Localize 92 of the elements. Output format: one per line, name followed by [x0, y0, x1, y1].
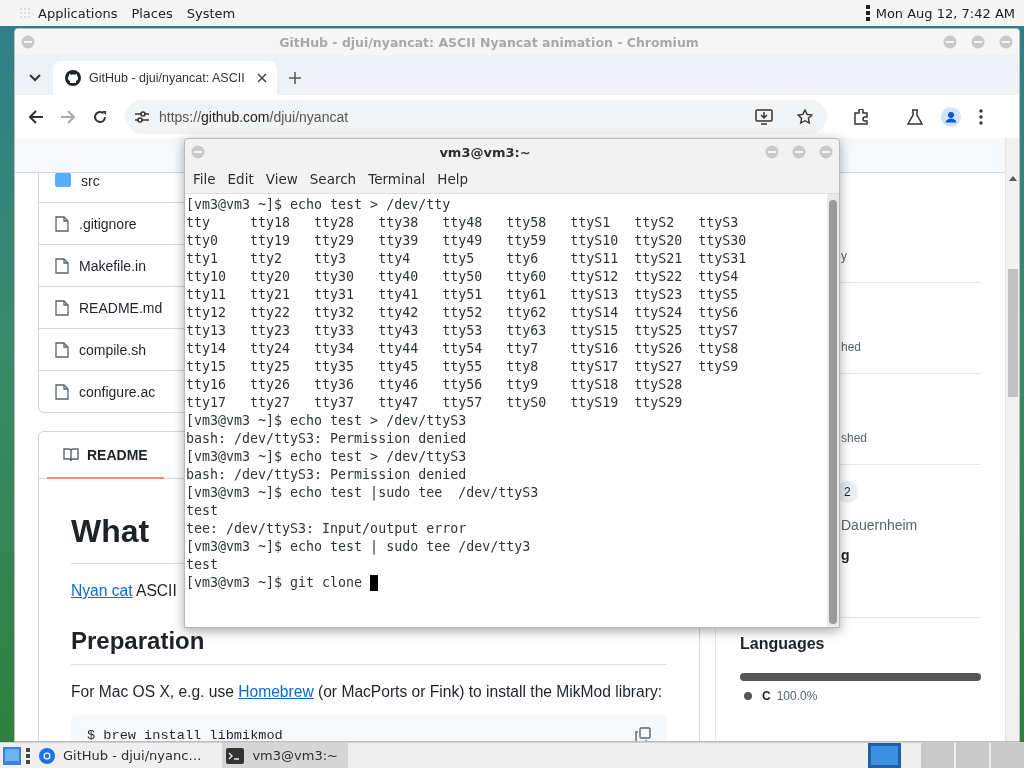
window-title: GitHub - djui/nyancat: ASCII Nyancat animation - Chromium — [279, 34, 699, 50]
folder-icon — [55, 173, 71, 187]
terminal-line: tty10 tty20 tty30 tty40 tty50 tty60 ttyS12 ttyS22 ttyS4 — [186, 268, 739, 286]
chevron-down-icon[interactable] — [29, 74, 41, 82]
install-icon[interactable] — [755, 108, 773, 125]
terminal-line: [vm3@vm3 ~]$ echo test > /dev/tty — [186, 196, 451, 214]
back-icon[interactable] — [29, 109, 43, 124]
workspace-switch[interactable] — [991, 743, 1024, 768]
terminal-line: tty1 tty2 tty3 tty4 tty5 tty6 ttyS11 ttyS21 ttyS31 — [186, 250, 747, 268]
github-icon — [65, 70, 81, 86]
terminal-cursor — [370, 575, 379, 591]
taskbar-item[interactable]: GitHub - djui/nyanc… — [35, 743, 212, 768]
file-icon — [55, 257, 69, 274]
code-text: $ brew install libmikmod — [87, 727, 283, 741]
link[interactable]: Nyan cat — [71, 582, 133, 599]
terminal-line: tty13 tty23 tty33 tty43 tty53 tty63 ttyS15 ttyS25 ttyS7 — [186, 322, 739, 340]
menu-item[interactable]: Search — [303, 171, 363, 187]
menu-item[interactable]: Terminal — [362, 171, 432, 187]
language-percent: 100.0% — [776, 689, 818, 703]
terminal-icon — [226, 747, 245, 764]
terminal-line: [vm3@vm3 ~]$ echo test > /dev/ttyS3 — [186, 448, 467, 466]
terminal-line: [vm3@vm3 ~]$ echo test > /dev/ttyS3 — [186, 412, 467, 430]
sidebar-text: y — [841, 249, 848, 263]
reload-icon[interactable] — [93, 109, 107, 124]
show-desktop-icon[interactable] — [3, 746, 21, 765]
profile-icon[interactable] — [941, 106, 961, 127]
terminal-line: tty0 tty19 tty29 tty39 tty49 tty59 ttyS10 ttyS20 ttyS30 — [186, 232, 747, 250]
terminal-line: tty16 tty26 tty36 tty46 tty56 tty9 ttyS18 ttyS28 — [186, 376, 683, 394]
folder-link[interactable]: src — [81, 173, 100, 189]
terminal-line: tty15 tty25 tty35 tty45 tty55 tty8 ttyS17 ttyS27 ttyS9 — [186, 358, 739, 376]
terminal-line: [vm3@vm3 ~]$ echo test | sudo tee /dev/tty3 — [186, 538, 531, 556]
clock: Mon Aug 12, 7:42 AM — [874, 5, 1016, 21]
menu-item[interactable]: Help — [431, 171, 475, 187]
link[interactable]: Homebrew — [238, 683, 314, 700]
section-title: Languages — [740, 635, 826, 653]
file-icon — [55, 215, 69, 232]
terminal-line: [vm3@vm3 ~]$ echo test |sudo tee /dev/ttyS3 — [186, 484, 539, 502]
sidebar-text: Dauernheim — [841, 517, 919, 533]
terminal-line: bash: /dev/ttyS3: Permission denied — [186, 466, 467, 484]
file-icon — [55, 299, 69, 316]
browser-tab[interactable]: GitHub - djui/nyancat: ASCII — [53, 61, 277, 95]
scroll-up-icon[interactable] — [1008, 176, 1017, 181]
more-icon[interactable] — [865, 5, 870, 21]
apps-grid-icon — [20, 8, 30, 18]
sidebar-heading: g — [841, 547, 851, 563]
address-bar[interactable]: https://github.com/djui/nyancat — [125, 99, 827, 134]
panel-menu[interactable]: System — [179, 5, 243, 21]
panel-menu[interactable]: Places — [124, 5, 180, 21]
terminal-line: tty14 tty24 tty34 tty44 tty54 tty7 ttyS16 ttyS26 ttyS8 — [186, 340, 739, 358]
terminal-line: [vm3@vm3 ~]$ git clone — [186, 574, 364, 592]
book-icon — [63, 447, 79, 462]
forward-icon[interactable] — [61, 109, 75, 124]
menu-item[interactable]: Edit — [221, 171, 260, 187]
menu-item[interactable]: View — [259, 171, 304, 187]
terminal-line: tty17 tty27 tty37 tty47 tty57 ttyS0 ttyS19 ttyS29 — [186, 394, 683, 412]
tune-icon[interactable] — [135, 110, 149, 123]
sidebar-text: shed — [841, 431, 869, 445]
file-link[interactable]: Makefile.in — [79, 257, 146, 274]
plus-icon[interactable] — [288, 72, 301, 84]
terminal-line: tee: /dev/ttyS3: Input/output error — [186, 520, 467, 538]
paragraph: For Mac OS X, e.g. use Homebrew (or MacPorts or Fink) to install the MikMod library: — [71, 682, 663, 702]
star-icon[interactable] — [797, 108, 813, 125]
workspace-switch[interactable] — [868, 743, 901, 768]
file-icon — [55, 341, 69, 358]
file-icon — [55, 383, 69, 400]
terminal-line: tty11 tty21 tty31 tty41 tty51 tty61 ttyS13 ttyS23 ttyS5 — [186, 286, 739, 304]
window-title: vm3@vm3:~ — [439, 144, 531, 160]
file-link[interactable]: README.md — [79, 299, 163, 316]
file-link[interactable]: configure.ac — [79, 383, 156, 400]
terminal-line: tty tty18 tty28 tty38 tty48 tty58 ttyS1 ttyS2 ttyS3 — [186, 214, 739, 232]
paragraph: Nyan cat ASCII — [71, 581, 177, 601]
taskbar-item[interactable]: vm3@vm3:~ — [222, 743, 348, 768]
scrollbar[interactable] — [1005, 138, 1019, 741]
flask-icon[interactable] — [907, 108, 923, 125]
close-icon[interactable] — [256, 73, 267, 83]
sidebar-text: hed — [841, 340, 863, 354]
scrollbar-thumb[interactable] — [829, 200, 837, 624]
menu-icon[interactable] — [979, 108, 983, 125]
workspace-switch[interactable] — [956, 743, 989, 768]
file-link[interactable]: compile.sh — [79, 341, 146, 358]
menu-item[interactable]: File — [187, 171, 222, 187]
terminal-line: bash: /dev/ttyS3: Permission denied — [186, 430, 467, 448]
scrollbar-thumb[interactable] — [1007, 269, 1018, 397]
workspace-switch[interactable] — [921, 743, 954, 768]
file-link[interactable]: .gitignore — [79, 215, 137, 232]
terminal-line: tty12 tty22 tty32 tty42 tty52 tty62 ttyS14 ttyS24 ttyS6 — [186, 304, 739, 322]
language-name: C — [762, 689, 771, 703]
globe-icon — [39, 747, 55, 764]
panel-menu[interactable]: Applications — [31, 5, 125, 21]
copy-icon[interactable] — [635, 727, 651, 741]
drag-handle-icon[interactable] — [26, 747, 30, 764]
puzzle-icon[interactable] — [853, 108, 869, 125]
